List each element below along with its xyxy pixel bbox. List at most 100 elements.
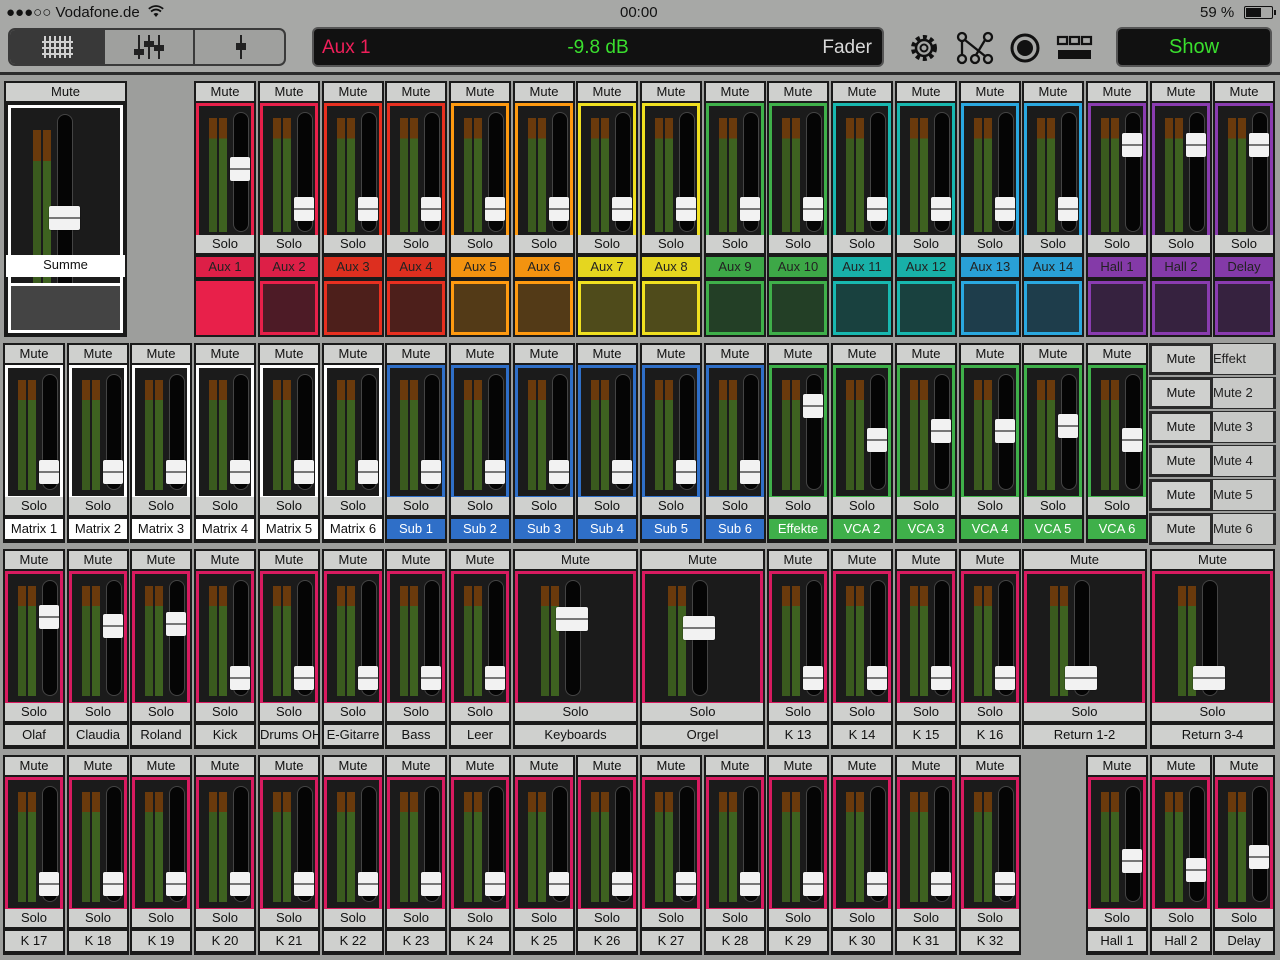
- mute-button[interactable]: Mute: [833, 757, 891, 775]
- fader[interactable]: [132, 571, 190, 705]
- solo-button[interactable]: Solo: [196, 703, 254, 721]
- solo-button[interactable]: Solo: [515, 909, 573, 927]
- fader[interactable]: [260, 103, 318, 241]
- fader-knob[interactable]: [1186, 133, 1206, 157]
- mute-button[interactable]: Mute: [324, 551, 382, 569]
- solo-button[interactable]: Solo: [387, 235, 445, 253]
- mute-button[interactable]: Mute: [1024, 345, 1082, 363]
- mute-button[interactable]: Mute: [769, 551, 827, 569]
- fader-knob[interactable]: [549, 197, 569, 221]
- solo-button[interactable]: Solo: [132, 703, 190, 721]
- solo-button[interactable]: Solo: [387, 909, 445, 927]
- solo-button[interactable]: Solo: [260, 235, 318, 253]
- mute-button[interactable]: Mute: [5, 345, 63, 363]
- solo-button[interactable]: Solo: [387, 703, 445, 721]
- fader[interactable]: [515, 365, 573, 499]
- solo-button[interactable]: Solo: [897, 235, 955, 253]
- fader-knob[interactable]: [1065, 666, 1097, 690]
- mute-button[interactable]: Mute: [769, 757, 827, 775]
- fader[interactable]: [1024, 103, 1082, 241]
- mute-button[interactable]: Mute: [642, 345, 700, 363]
- solo-button[interactable]: Solo: [451, 235, 509, 253]
- fader[interactable]: [1024, 365, 1082, 499]
- fader[interactable]: [769, 103, 827, 241]
- fader[interactable]: [578, 103, 636, 241]
- solo-button[interactable]: Solo: [706, 497, 764, 515]
- solo-button[interactable]: Solo: [260, 497, 318, 515]
- fader-knob[interactable]: [294, 872, 314, 896]
- fader-knob[interactable]: [39, 460, 59, 484]
- fader[interactable]: [833, 777, 891, 911]
- fader[interactable]: [769, 777, 827, 911]
- fader-knob[interactable]: [867, 197, 887, 221]
- solo-button[interactable]: Solo: [132, 497, 190, 515]
- solo-button[interactable]: Solo: [897, 497, 955, 515]
- solo-button[interactable]: Solo: [961, 703, 1019, 721]
- mute-button[interactable]: Mute: [961, 551, 1019, 569]
- mute-button[interactable]: Mute: [1088, 83, 1146, 101]
- fader[interactable]: [387, 777, 445, 911]
- fader-knob[interactable]: [931, 419, 951, 443]
- fader[interactable]: [515, 571, 636, 705]
- fader[interactable]: [961, 103, 1019, 241]
- fader[interactable]: [1215, 103, 1273, 241]
- fader-knob[interactable]: [1186, 858, 1206, 882]
- channel-color-pad[interactable]: [578, 281, 636, 335]
- solo-button[interactable]: Solo: [515, 703, 636, 721]
- fader-knob[interactable]: [103, 460, 123, 484]
- solo-button[interactable]: Solo: [706, 235, 764, 253]
- fader[interactable]: [1088, 103, 1146, 241]
- mute-button[interactable]: Mute: [69, 551, 127, 569]
- solo-button[interactable]: Solo: [578, 235, 636, 253]
- fader-knob[interactable]: [166, 460, 186, 484]
- solo-button[interactable]: Solo: [1024, 497, 1082, 515]
- mute-button[interactable]: Mute: [260, 83, 318, 101]
- mute-button[interactable]: Mute: [260, 551, 318, 569]
- fader[interactable]: [324, 365, 382, 499]
- mute-button[interactable]: Mute: [324, 757, 382, 775]
- mute-button[interactable]: Mute: [387, 551, 445, 569]
- fader-knob[interactable]: [740, 460, 760, 484]
- mute-button[interactable]: Mute: [769, 345, 827, 363]
- solo-button[interactable]: Solo: [196, 497, 254, 515]
- mute-button[interactable]: Mute: [387, 345, 445, 363]
- mute-button[interactable]: Mute: [196, 345, 254, 363]
- view-all-faders-button[interactable]: [10, 30, 103, 64]
- mute-button[interactable]: Mute: [1215, 757, 1273, 775]
- fader-knob[interactable]: [556, 607, 588, 631]
- mute-button[interactable]: Mute: [1088, 345, 1146, 363]
- fader-knob[interactable]: [683, 616, 715, 640]
- fader-knob[interactable]: [485, 666, 505, 690]
- fader[interactable]: [69, 571, 127, 705]
- mute-button[interactable]: Mute: [260, 757, 318, 775]
- fader-knob[interactable]: [421, 460, 441, 484]
- mute-button[interactable]: Mute: [769, 83, 827, 101]
- mute-button[interactable]: Mute: [515, 345, 573, 363]
- mute-button[interactable]: Mute: [1152, 551, 1273, 569]
- mute-group-button[interactable]: Mute: [1152, 380, 1210, 406]
- mute-button[interactable]: Mute: [196, 83, 254, 101]
- solo-button[interactable]: Solo: [897, 703, 955, 721]
- fader[interactable]: [578, 365, 636, 499]
- solo-button[interactable]: Solo: [5, 703, 63, 721]
- mute-button[interactable]: Mute: [642, 757, 700, 775]
- mute-button[interactable]: Mute: [196, 551, 254, 569]
- fader-knob[interactable]: [995, 197, 1015, 221]
- fader[interactable]: [5, 571, 63, 705]
- channel-color-pad[interactable]: [515, 281, 573, 335]
- solo-button[interactable]: Solo: [642, 235, 700, 253]
- fader-knob[interactable]: [612, 872, 632, 896]
- fader-knob[interactable]: [612, 460, 632, 484]
- fader[interactable]: [1088, 365, 1146, 499]
- mute-group-button[interactable]: Mute: [1152, 516, 1210, 542]
- fader[interactable]: [833, 103, 891, 241]
- mute-button[interactable]: Mute: [515, 551, 636, 569]
- mute-button[interactable]: Mute: [961, 83, 1019, 101]
- fader[interactable]: [642, 571, 763, 705]
- solo-button[interactable]: Solo: [69, 703, 127, 721]
- fader[interactable]: [1152, 571, 1273, 705]
- routing-icon[interactable]: [954, 30, 996, 66]
- mute-button[interactable]: Mute: [69, 345, 127, 363]
- fader[interactable]: [451, 571, 509, 705]
- fader[interactable]: [196, 103, 254, 241]
